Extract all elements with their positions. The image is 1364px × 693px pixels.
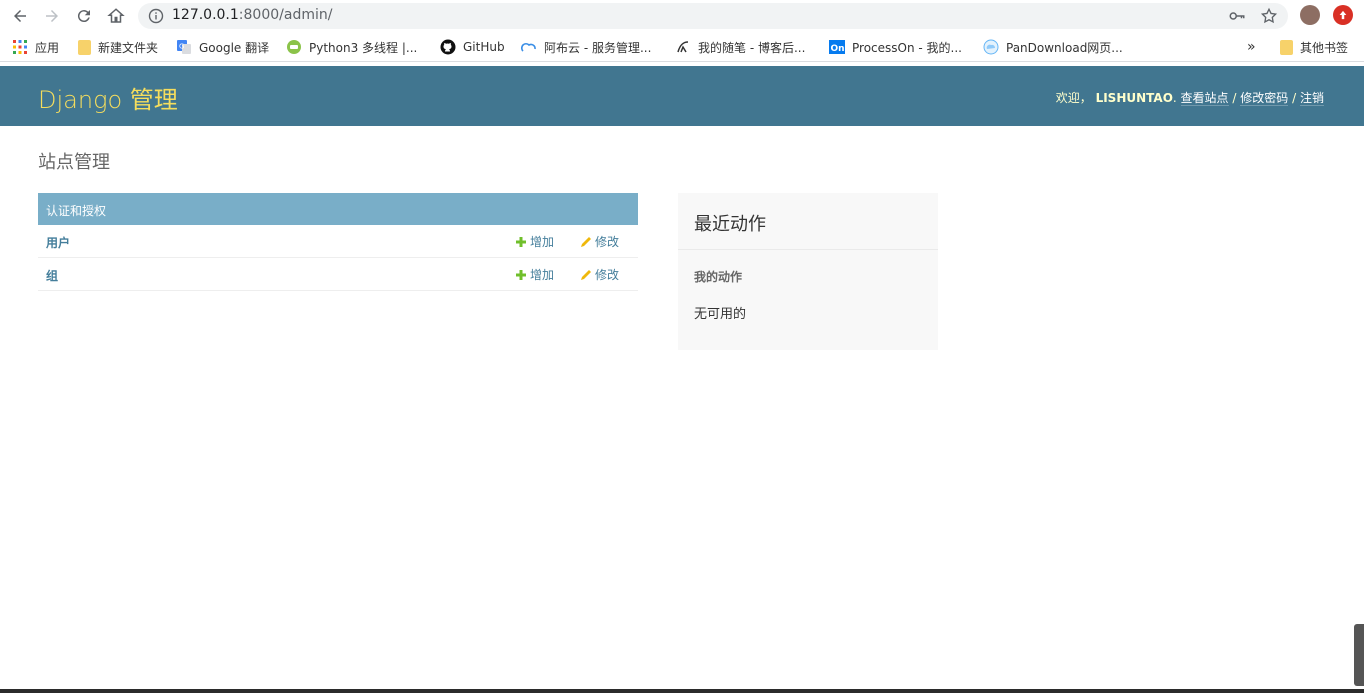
model-link-groups[interactable]: 组 (46, 267, 58, 284)
username-dot: . (1172, 91, 1177, 105)
pencil-icon (581, 269, 591, 280)
add-button[interactable]: 增加 (515, 266, 554, 283)
extension-icon[interactable] (1333, 5, 1353, 25)
username: LISHUNTAO (1095, 91, 1173, 105)
change-label: 修改 (595, 235, 620, 249)
folder-icon (78, 39, 91, 55)
folder-icon (1280, 39, 1293, 55)
recent-actions-panel: 最近动作 我的动作 无可用的 (678, 193, 938, 350)
taskbar-edge (0, 689, 1364, 693)
chevron-double-right-icon: » (1247, 39, 1256, 55)
runoob-icon (287, 40, 301, 54)
url-text[interactable]: 127.0.0.1:8000/admin/ (172, 7, 332, 23)
info-icon[interactable] (148, 8, 164, 24)
bookmark-apps[interactable]: 应用 (12, 39, 59, 55)
bookmark-python3[interactable]: Python3 多线程 |... (286, 39, 417, 55)
svg-text:G: G (179, 43, 184, 51)
bookmark-google-translate[interactable]: G Google 翻译 (176, 39, 269, 55)
cnblogs-icon (677, 41, 689, 53)
svg-text:On: On (831, 44, 845, 54)
divider (678, 249, 938, 250)
bookmark-processon[interactable]: On ProcessOn - 我的... (829, 39, 962, 55)
bookmark-folder[interactable]: 新建文件夹 (78, 39, 158, 55)
google-translate-icon: G (177, 40, 191, 54)
change-button[interactable]: 修改 (580, 233, 619, 250)
separator: / (1232, 91, 1237, 105)
home-icon[interactable] (102, 2, 130, 30)
table-row: 组 增加 修改 (38, 258, 638, 291)
separator: / (1292, 91, 1297, 105)
plus-icon (516, 269, 526, 280)
model-link-users[interactable]: 用户 (46, 234, 70, 251)
bookmark-label: GitHub (463, 40, 505, 54)
bookmark-pandownload[interactable]: PanDownload网页... (983, 39, 1123, 55)
back-arrow-icon[interactable] (6, 2, 34, 30)
admin-header: Django 管理 欢迎， LISHUNTAO. 查看站点 / 修改密码 / 注… (0, 66, 1364, 126)
forward-arrow-icon[interactable] (38, 2, 66, 30)
address-bar[interactable]: 127.0.0.1:8000/admin/ (138, 3, 1288, 29)
page-title: 站点管理 (38, 152, 110, 173)
pencil-icon (581, 236, 591, 247)
bookmark-label: Google 翻译 (199, 40, 270, 55)
star-icon[interactable] (1260, 7, 1278, 25)
more-bookmarks-button[interactable]: » (1247, 39, 1256, 55)
no-actions-text: 无可用的 (694, 307, 747, 322)
key-icon[interactable] (1228, 7, 1246, 25)
app-module-auth: 认证和授权 用户 增加 修改 组 增加 修改 (38, 193, 638, 291)
github-icon (440, 39, 456, 55)
bookmark-label: 应用 (35, 40, 60, 55)
add-label: 增加 (530, 235, 555, 249)
bookmark-cnblogs[interactable]: 我的随笔 - 博客后... (675, 39, 805, 55)
table-row: 用户 增加 修改 (38, 225, 638, 258)
view-site-link[interactable]: 查看站点 (1180, 91, 1229, 106)
profile-avatar[interactable] (1300, 5, 1320, 25)
welcome-text: 欢迎， (1055, 91, 1092, 105)
add-button[interactable]: 增加 (515, 233, 554, 250)
user-tools: 欢迎， LISHUNTAO. 查看站点 / 修改密码 / 注销 (1056, 89, 1324, 106)
side-widget[interactable] (1354, 624, 1364, 686)
site-branding[interactable]: Django 管理 (38, 80, 178, 115)
change-button[interactable]: 修改 (580, 266, 619, 283)
bookmarks-bar: 应用 新建文件夹 G Google 翻译 Python3 多线程 |... Gi… (0, 32, 1364, 62)
plus-icon (516, 236, 526, 247)
bookmark-label: ProcessOn - 我的... (852, 40, 962, 55)
other-bookmarks[interactable]: 其他书签 (1280, 39, 1348, 55)
pandownload-icon (983, 39, 999, 55)
logout-link[interactable]: 注销 (1299, 91, 1324, 106)
reload-icon[interactable] (70, 2, 98, 30)
bookmark-abuyun[interactable]: 阿布云 - 服务管理... (521, 39, 651, 55)
change-label: 修改 (595, 268, 620, 282)
change-password-link[interactable]: 修改密码 (1240, 91, 1289, 106)
bookmark-label: Python3 多线程 |... (309, 40, 418, 55)
bookmark-label: 其他书签 (1300, 40, 1349, 55)
bookmark-github[interactable]: GitHub (440, 39, 505, 55)
bookmark-label: 我的随笔 - 博客后... (698, 40, 806, 55)
my-actions-heading: 我的动作 (694, 270, 743, 284)
bookmark-label: PanDownload网页... (1006, 40, 1123, 55)
bookmark-label: 阿布云 - 服务管理... (544, 40, 652, 55)
module-caption[interactable]: 认证和授权 (38, 193, 638, 225)
processon-icon: On (829, 40, 845, 54)
add-label: 增加 (530, 268, 555, 282)
recent-actions-title: 最近动作 (694, 214, 766, 235)
browser-toolbar: 127.0.0.1:8000/admin/ (0, 0, 1364, 32)
bookmark-label: 新建文件夹 (98, 40, 159, 55)
cloud-icon (521, 42, 536, 52)
apps-grid-icon (13, 40, 27, 54)
